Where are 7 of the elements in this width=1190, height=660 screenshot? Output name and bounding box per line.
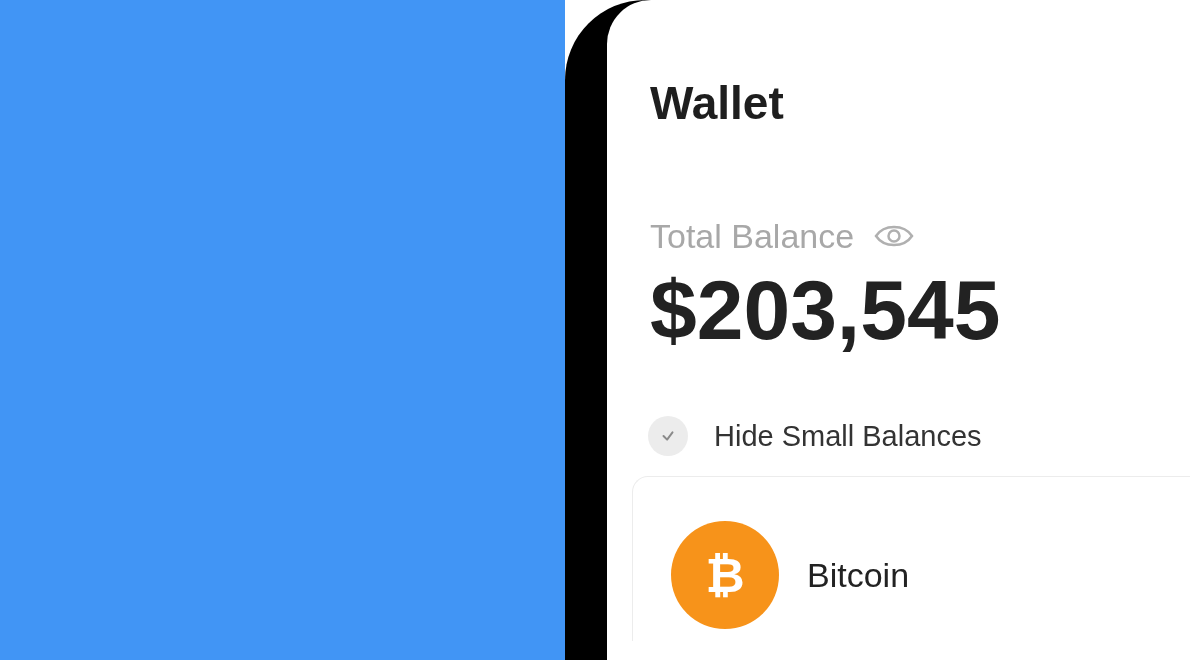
balance-label: Total Balance (650, 216, 855, 256)
checkbox-label: Hide Small Balances (714, 419, 982, 453)
balance-amount: $203,545 (650, 262, 1002, 359)
screen-title: Wallet (650, 76, 785, 131)
asset-name[interactable]: Bitcoin (807, 555, 910, 595)
checkbox[interactable] (648, 416, 688, 456)
coin-icon: ₿ (671, 521, 779, 629)
